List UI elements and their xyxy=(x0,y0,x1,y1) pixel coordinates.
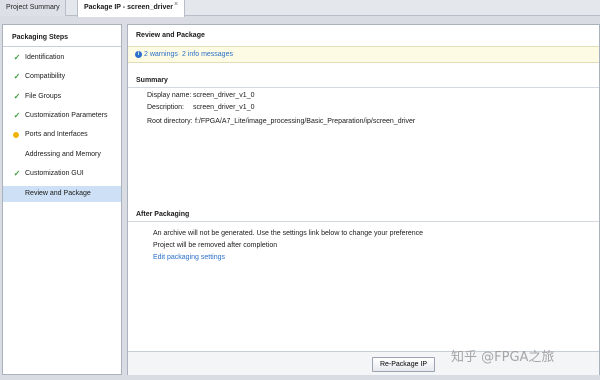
step-compatibility[interactable]: ✓ Compatibility xyxy=(3,69,121,85)
divider xyxy=(128,221,599,222)
root-directory-value: f:/FPGA/A7_Lite/image_processing/Basic_P… xyxy=(195,118,416,125)
step-label: Compatibility xyxy=(25,73,66,80)
review-title: Review and Package xyxy=(136,32,205,39)
warnings-link[interactable]: 2 warnings xyxy=(144,50,178,60)
check-icon: ✓ xyxy=(13,72,21,81)
tab-project-summary[interactable]: Project Summary xyxy=(0,0,66,16)
step-customization-gui[interactable]: ✓ Customization GUI xyxy=(3,166,121,182)
check-icon: ✓ xyxy=(13,92,21,101)
step-label: Customization GUI xyxy=(25,170,84,177)
after-packaging-heading: After Packaging xyxy=(136,211,190,218)
step-label: Ports and Interfaces xyxy=(25,131,88,138)
step-label: File Groups xyxy=(25,93,62,100)
check-icon: ✓ xyxy=(13,169,21,178)
step-label: Review and Package xyxy=(25,190,91,197)
display-name-value: screen_driver_v1_0 xyxy=(193,92,255,99)
info-messages-link[interactable]: 2 info messages xyxy=(182,50,233,60)
archive-note: An archive will not be generated. Use th… xyxy=(153,230,424,237)
tab-package-ip[interactable]: Package IP - screen_driver xyxy=(77,0,185,17)
step-label: Customization Parameters xyxy=(25,112,108,119)
summary-heading: Summary xyxy=(136,77,168,84)
step-identification[interactable]: ✓ Identification xyxy=(3,50,121,66)
message-bar: i 2 warnings · 2 info messages xyxy=(128,46,599,63)
tab-package-ip-label: Package IP - screen_driver xyxy=(84,4,173,11)
step-file-groups[interactable]: ✓ File Groups xyxy=(3,89,121,105)
step-review-and-package[interactable]: Review and Package xyxy=(3,186,121,202)
divider xyxy=(3,46,121,47)
close-icon[interactable]: × xyxy=(174,1,178,8)
project-removed-note: Project will be removed after completion xyxy=(153,242,278,249)
packaging-steps-panel: Packaging Steps ✓ Identification ✓ Compa… xyxy=(2,24,122,375)
divider xyxy=(128,87,599,88)
description-label: Description: xyxy=(147,104,184,111)
display-name-label: Display name: xyxy=(147,92,192,99)
info-icon: i xyxy=(135,51,142,58)
step-label: Identification xyxy=(25,54,65,61)
review-panel: Review and Package i 2 warnings · 2 info… xyxy=(127,24,600,375)
step-addressing-and-memory[interactable]: Addressing and Memory xyxy=(3,147,121,163)
description-value: screen_driver_v1_0 xyxy=(193,104,255,111)
warning-icon xyxy=(13,132,19,138)
message-separator: · xyxy=(178,51,181,58)
tab-bar: Project Summary Package IP - screen_driv… xyxy=(0,0,600,17)
packaging-steps-title: Packaging Steps xyxy=(12,34,69,41)
re-package-ip-button[interactable]: Re-Package IP xyxy=(372,357,435,372)
edit-packaging-settings-link[interactable]: Edit packaging settings xyxy=(153,253,225,263)
watermark: 知乎 @FPGA之旅 xyxy=(451,350,555,365)
step-label: Addressing and Memory xyxy=(25,151,101,158)
step-customization-parameters[interactable]: ✓ Customization Parameters xyxy=(3,108,121,124)
root-directory-label: Root directory: xyxy=(147,118,193,125)
step-ports-and-interfaces[interactable]: Ports and Interfaces xyxy=(3,127,121,143)
check-icon: ✓ xyxy=(13,53,21,62)
check-icon: ✓ xyxy=(13,111,21,120)
